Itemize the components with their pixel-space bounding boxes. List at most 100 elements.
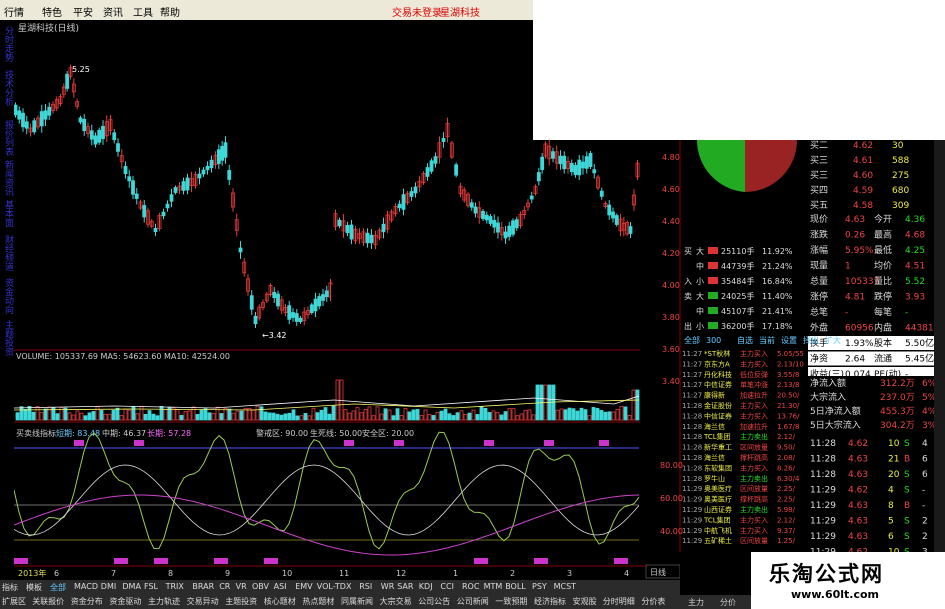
indicator-tab[interactable]: CCI bbox=[440, 582, 454, 591]
flow-size: 小 bbox=[696, 322, 704, 331]
tick-count: 6 bbox=[922, 470, 928, 480]
extension-tab[interactable]: 公司新闻 bbox=[457, 596, 489, 607]
tick-volume: 5 bbox=[888, 517, 894, 527]
flow-tab[interactable]: 300 bbox=[706, 336, 721, 345]
left-tab-news[interactable]: 新闻资讯 bbox=[1, 160, 13, 196]
indicator-tab[interactable]: 全部 bbox=[50, 582, 66, 593]
indicator-tab[interactable]: TRIX bbox=[166, 582, 184, 591]
indicator-tab[interactable]: 模板 bbox=[26, 582, 42, 593]
indicator-tab[interactable]: PSY bbox=[532, 582, 547, 591]
indicator-tab[interactable]: RSI bbox=[359, 582, 372, 591]
extension-tab[interactable]: 同属新闻 bbox=[341, 596, 373, 607]
indicator-tab[interactable]: EMV bbox=[295, 582, 312, 591]
menu-item-featured[interactable]: 特色 bbox=[42, 4, 62, 19]
flow-tab[interactable]: 当前 bbox=[759, 335, 775, 345]
menu-item-news[interactable]: 资讯 bbox=[103, 4, 123, 19]
extension-tab[interactable]: 一致预期 bbox=[495, 596, 527, 607]
stats-label: 内盘 bbox=[874, 322, 892, 334]
indicator-tab[interactable]: KDJ bbox=[419, 582, 433, 591]
kline-chart[interactable]: 星湖科技(日线) 5.25 ←3.42 VOLUME: 105337.69 MA… bbox=[14, 20, 680, 580]
extension-tab[interactable]: 经济指标 bbox=[534, 596, 566, 607]
flow-percent: 21.41% bbox=[762, 307, 793, 316]
news-stock: 五矿稀土 bbox=[704, 536, 732, 545]
news-value: 2.25/ bbox=[777, 496, 796, 504]
flow-side: 卖 bbox=[684, 292, 692, 301]
indicator-tab[interactable]: VR bbox=[236, 582, 247, 591]
left-tab-intraday[interactable]: 分时走势 bbox=[1, 26, 13, 62]
extension-tab[interactable]: 关联报价 bbox=[32, 596, 64, 607]
extension-tab[interactable]: 资金分布 bbox=[71, 596, 103, 607]
indicator-tab[interactable]: BRAR bbox=[192, 582, 214, 591]
indicator-tab[interactable]: MCST bbox=[554, 582, 576, 591]
left-tab-theme[interactable]: 主题投资 bbox=[1, 320, 13, 356]
flow-tab[interactable]: 择出 bbox=[803, 335, 819, 345]
volume-bar bbox=[431, 415, 436, 421]
extension-tab[interactable]: 资金驱动 bbox=[109, 596, 141, 607]
logo-name: 乐淘公式网 bbox=[769, 562, 884, 586]
flow-tab[interactable]: 设置 bbox=[781, 335, 797, 345]
indicator-tab[interactable]: ASI bbox=[274, 582, 287, 591]
left-tab-fundamental[interactable]: 基本面 bbox=[1, 200, 13, 227]
left-tab-finance[interactable]: 财经频道 bbox=[1, 235, 13, 271]
indicator-tab[interactable]: DMI bbox=[101, 582, 116, 591]
menu-item-help[interactable]: 帮助 bbox=[160, 4, 180, 19]
extension-tab[interactable]: 核心题材 bbox=[264, 596, 296, 607]
volume-bar bbox=[327, 413, 332, 421]
extension-tab[interactable]: 安观股 bbox=[573, 596, 597, 607]
indicator-tab[interactable]: DMA bbox=[122, 582, 141, 591]
extension-tab[interactable]: 大宗交易 bbox=[380, 596, 412, 607]
right-tab-main[interactable]: 主力 bbox=[688, 597, 704, 608]
volume-bar bbox=[15, 412, 20, 421]
indicator-tab[interactable]: WR bbox=[381, 582, 394, 591]
volume-bar bbox=[259, 406, 264, 421]
quote-panel: 4.80 4.60 4.40 4.20 4.00 3.80 3.60 3.40 买二 4.62 3… bbox=[640, 140, 934, 552]
extension-tab[interactable]: 分时明细 bbox=[603, 596, 635, 607]
extension-tab[interactable]: 热点题材 bbox=[302, 596, 334, 607]
indicator-tab[interactable]: FSL bbox=[144, 582, 158, 591]
indicator-tab[interactable]: MACD bbox=[74, 582, 98, 591]
flow-tab[interactable]: 扩大 bbox=[825, 335, 841, 345]
flow-tab[interactable]: 全部 bbox=[684, 335, 700, 345]
signal-mark bbox=[74, 440, 84, 446]
indicator-warn: 警戒区: 90.00 bbox=[256, 428, 308, 438]
indicator-tab[interactable]: CR bbox=[219, 582, 230, 591]
candle bbox=[614, 215, 619, 225]
news-value: 21.30/ bbox=[777, 402, 800, 410]
candle bbox=[123, 165, 128, 175]
extension-tab[interactable]: 主题投资 bbox=[225, 596, 257, 607]
trade-status[interactable]: 交易未登录 bbox=[392, 4, 442, 19]
stats-label: 今开 bbox=[874, 213, 892, 225]
indicator-tab[interactable]: 指标 bbox=[2, 582, 18, 593]
extension-tab[interactable]: 交易异动 bbox=[187, 596, 219, 607]
indicator-tab[interactable]: BOLL bbox=[505, 582, 526, 591]
news-stock: 新华重工 bbox=[704, 443, 732, 452]
menu-item-pingan[interactable]: 平安 bbox=[73, 4, 93, 19]
extension-tab[interactable]: 扩展区 bbox=[2, 596, 26, 607]
stats-label: 均价 bbox=[874, 260, 892, 272]
volume-bar bbox=[523, 409, 528, 421]
indicator-tab[interactable]: OBV bbox=[252, 582, 269, 591]
extension-tab[interactable]: 主力轨迹 bbox=[148, 596, 180, 607]
menu-item-tools[interactable]: 工具 bbox=[133, 4, 153, 19]
news-value: 9.37/ bbox=[777, 527, 796, 535]
indicator-tab[interactable]: VOL-TDX bbox=[317, 582, 352, 591]
tick-count: 6 bbox=[922, 455, 928, 465]
indicator-tab[interactable]: SAR bbox=[397, 582, 413, 591]
left-tab-technical[interactable]: 技术分析 bbox=[1, 70, 13, 106]
indicator-tab[interactable]: ROC bbox=[462, 582, 479, 591]
extension-tab[interactable]: 分价表 bbox=[641, 596, 665, 607]
volume-bar bbox=[483, 408, 488, 421]
menu-item-quotes[interactable]: 行情 bbox=[4, 4, 24, 19]
volume-bar bbox=[191, 406, 196, 421]
left-tab-quotes[interactable]: 报价列表 bbox=[1, 120, 13, 156]
extension-tab[interactable]: 公司公告 bbox=[418, 596, 450, 607]
candle bbox=[161, 211, 166, 217]
indicator-tab[interactable]: MTM bbox=[484, 582, 503, 591]
tick-volume: 4 bbox=[888, 486, 894, 496]
volume-bar bbox=[571, 408, 576, 421]
candle bbox=[345, 224, 350, 234]
right-scrollbar[interactable] bbox=[934, 140, 945, 552]
flow-tab[interactable]: 自选 bbox=[737, 335, 753, 345]
right-tab-pricedist[interactable]: 分价 bbox=[720, 597, 736, 608]
left-tab-fundflow[interactable]: 资金动向 bbox=[1, 278, 13, 314]
